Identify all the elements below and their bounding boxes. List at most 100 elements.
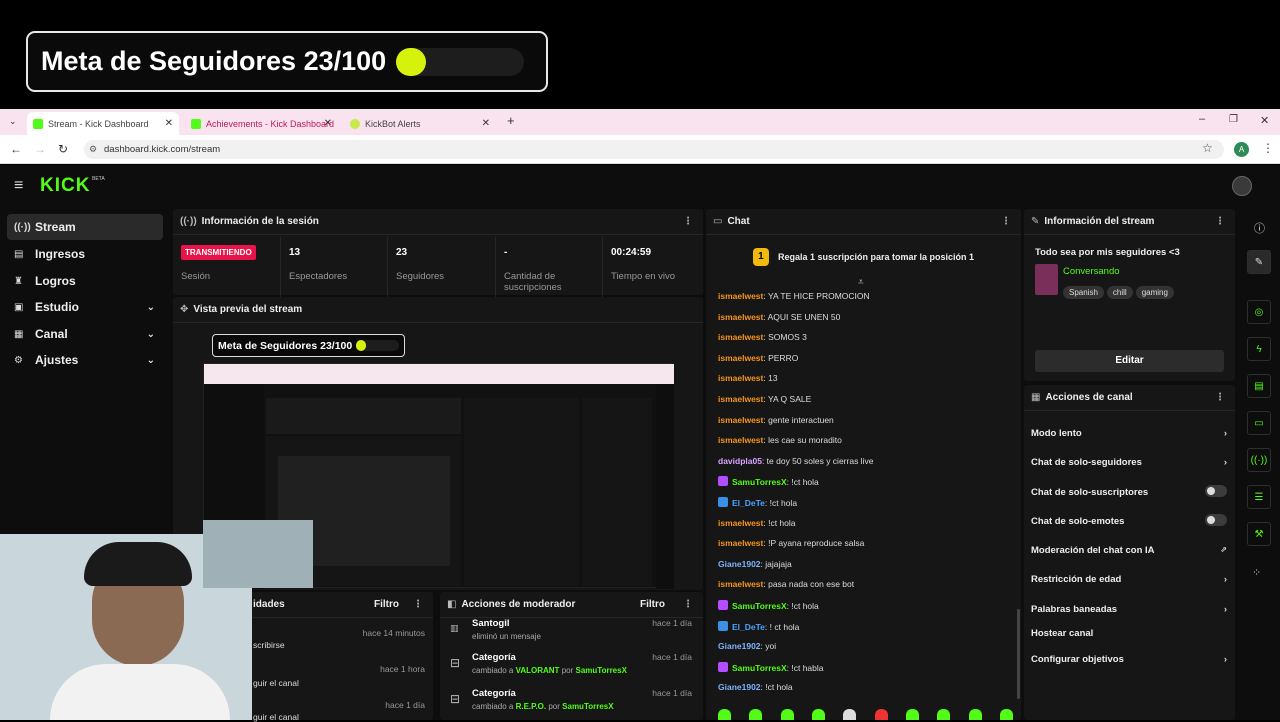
edit-stream-button[interactable]: Editar (1035, 350, 1224, 372)
wrench-icon[interactable]: ⚒ (1247, 522, 1271, 546)
close-tab-icon[interactable]: ✕ (165, 118, 173, 129)
more-options-icon[interactable]: ⋮ (1215, 392, 1225, 403)
category-name[interactable]: R.E.P.O. (516, 702, 547, 711)
chat-username[interactable]: ismaelwest (718, 353, 763, 363)
kick-logo[interactable]: KICK (40, 175, 90, 197)
channel-action-slow-mode[interactable]: Modo lento › (1031, 428, 1227, 439)
chat-username[interactable]: ismaelwest (718, 435, 763, 445)
expand-arrow-icon[interactable]: ⩡ (858, 277, 864, 288)
mod-username[interactable]: SamuTorresX (575, 666, 626, 675)
new-tab-icon[interactable]: + (507, 113, 515, 128)
tab-stream-dashboard[interactable]: Stream - Kick Dashboard ✕ (27, 112, 179, 135)
target-icon[interactable]: ◎ (1247, 300, 1271, 324)
more-options-icon[interactable]: ⋮ (683, 216, 693, 227)
hamburger-menu-icon[interactable]: ≡ (14, 177, 23, 195)
chat-username[interactable]: ismaelwest (718, 312, 763, 322)
stream-category[interactable]: Conversando (1063, 266, 1120, 277)
chat-username[interactable]: SamuTorresX (732, 477, 787, 487)
minimize-icon[interactable]: – (1199, 113, 1205, 125)
chat-username[interactable]: SamuTorresX (732, 601, 787, 611)
document-icon[interactable]: ▤ (1247, 374, 1271, 398)
chat-username[interactable]: ismaelwest (718, 538, 763, 548)
chat-username[interactable]: Giane1902 (718, 559, 761, 569)
chat-username[interactable]: ismaelwest (718, 579, 763, 589)
emote-icon[interactable] (718, 709, 731, 720)
channel-action-configure-goals[interactable]: Configurar objetivos › (1031, 654, 1227, 665)
chat-username[interactable]: ismaelwest (718, 518, 763, 528)
emote-icon[interactable] (968, 709, 982, 720)
chat-username[interactable]: ismaelwest (718, 332, 763, 342)
emote-icon[interactable] (905, 709, 919, 720)
chat-username[interactable]: davidpla05 (718, 456, 762, 466)
chat-username[interactable]: ismaelwest (718, 291, 763, 301)
chat-username[interactable]: El_DeTe (732, 622, 765, 632)
stat-value: 00:24:59 (611, 247, 652, 258)
sidebar-item-ingresos[interactable]: ▤ Ingresos (7, 241, 163, 267)
rank-badge: 1 (752, 248, 769, 266)
back-icon[interactable]: ← (10, 142, 22, 156)
emote-icon[interactable] (749, 709, 763, 720)
emote-icon[interactable] (937, 709, 951, 720)
bookmark-star-icon[interactable]: ☆ (1202, 141, 1213, 155)
more-options-icon[interactable]: ⋮ (1215, 216, 1225, 227)
chat-scrollbar[interactable] (1017, 609, 1020, 699)
sidebar-item-ajustes[interactable]: ⚙ Ajustes ⌄ (7, 347, 163, 373)
chat-username[interactable]: SamuTorresX (732, 663, 787, 673)
chat-username[interactable]: Giane1902 (718, 641, 761, 651)
close-tab-icon[interactable]: ✕ (324, 118, 332, 129)
chat-username[interactable]: ismaelwest (718, 415, 763, 425)
tab-kickbot-alerts[interactable]: KickBot Alerts ✕ (344, 112, 496, 135)
sidebar-item-stream[interactable]: ((·)) Stream (7, 214, 163, 240)
chat-message: ismaelwest: YA Q SALE (718, 394, 811, 404)
broadcast-icon[interactable]: ((·)) (1247, 448, 1271, 472)
action-label: Chat de solo-seguidores (1031, 457, 1142, 468)
mod-filter-button[interactable]: Filtro (640, 599, 665, 610)
category-name[interactable]: VALORANT (516, 666, 560, 675)
mod-username[interactable]: SamuTorresX (562, 702, 613, 711)
activity-filter-button[interactable]: Filtro (374, 599, 399, 610)
subscribers-only-toggle[interactable] (1205, 485, 1227, 497)
chat-message: Giane1902: yoi (718, 641, 776, 651)
chat-username[interactable]: ismaelwest (718, 373, 763, 383)
tab-search-icon[interactable]: ⌄ (9, 116, 17, 127)
user-avatar[interactable] (1232, 176, 1252, 196)
restore-icon[interactable]: ❐ (1229, 114, 1238, 125)
channel-action-age-restriction[interactable]: Restricción de edad › (1031, 574, 1227, 585)
tab-achievements[interactable]: Achievements - Kick Dashboard ✕ (185, 112, 338, 135)
sidebar-item-canal[interactable]: ▦ Canal ⌄ (7, 321, 163, 347)
emote-icon[interactable] (874, 709, 888, 720)
site-info-icon[interactable]: ⚙ (89, 140, 97, 159)
channel-action-banned-words[interactable]: Palabras baneadas › (1031, 604, 1227, 615)
close-window-icon[interactable]: ✕ (1260, 114, 1269, 127)
channel-action-host[interactable]: Hostear canal (1031, 628, 1227, 639)
emotes-only-toggle[interactable] (1205, 514, 1227, 526)
emote-icon[interactable] (811, 709, 825, 720)
lightning-icon[interactable]: ϟ (1247, 337, 1271, 361)
edit-icon[interactable]: ✎ (1247, 250, 1271, 274)
forward-icon[interactable]: → (34, 142, 46, 156)
category-icon: ⊟ (450, 692, 461, 706)
info-icon[interactable]: ⓘ (1254, 220, 1265, 236)
chat-username[interactable]: ismaelwest (718, 394, 763, 404)
apps-icon[interactable]: ⁘ (1252, 566, 1261, 579)
more-options-icon[interactable]: ⋮ (413, 599, 423, 610)
emote-icon[interactable] (843, 709, 857, 720)
channel-action-ai-moderation[interactable]: Moderación del chat con IA ⇗ (1031, 545, 1227, 556)
profile-avatar[interactable]: A (1234, 142, 1249, 157)
emote-icon[interactable] (999, 709, 1013, 720)
emote-icon[interactable] (780, 709, 794, 720)
channel-action-followers-only[interactable]: Chat de solo-seguidores › (1031, 457, 1227, 468)
chat-username[interactable]: Giane1902 (718, 682, 761, 692)
more-options-icon[interactable]: ⋮ (1001, 216, 1011, 227)
sidebar-item-logros[interactable]: ♜ Logros (7, 268, 163, 294)
layout-icon[interactable]: ☰ (1247, 485, 1271, 509)
reload-icon[interactable]: ↻ (58, 142, 68, 156)
sidebar-item-estudio[interactable]: ▣ Estudio ⌄ (7, 294, 163, 320)
chat-bubble-icon[interactable]: ▭ (1247, 411, 1271, 435)
pinned-gift-banner[interactable]: 1 Regala 1 suscripción para tomar la posi… (706, 237, 1021, 277)
more-options-icon[interactable]: ⋮ (683, 599, 693, 610)
browser-menu-icon[interactable]: ⋮ (1262, 141, 1274, 155)
chat-username[interactable]: El_DeTe (732, 498, 765, 508)
address-bar[interactable]: ⚙ dashboard.kick.com/stream (84, 140, 1224, 159)
close-tab-icon[interactable]: ✕ (482, 118, 490, 129)
